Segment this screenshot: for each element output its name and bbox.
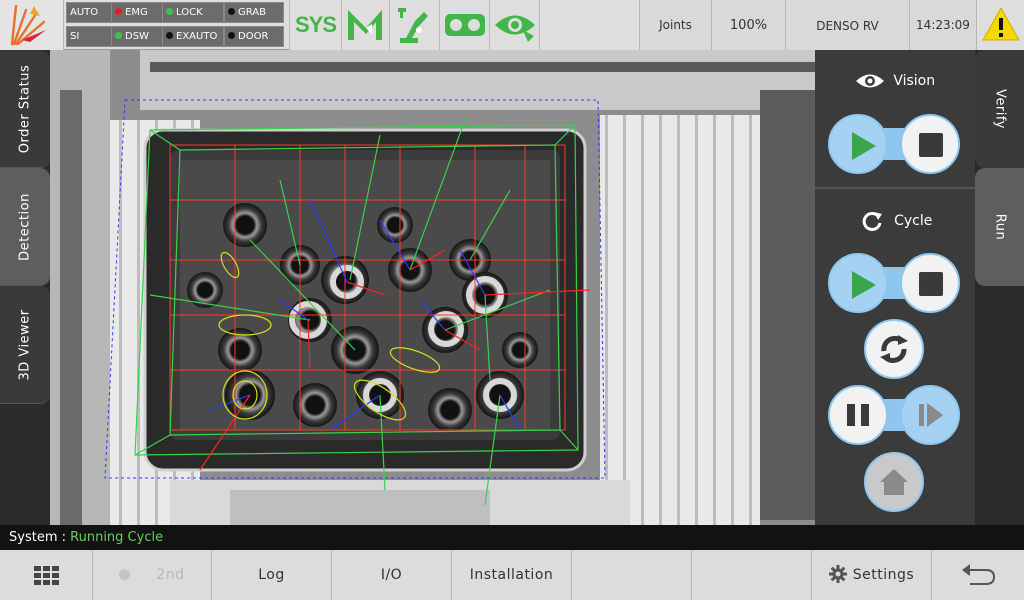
gear-icon: [828, 565, 847, 583]
cycle-section-title: Cycle: [815, 210, 975, 232]
status-flag-exauto: EXAUTO: [162, 26, 224, 47]
step-forward-button[interactable]: [900, 385, 960, 445]
back-button[interactable]: [932, 550, 1024, 600]
cycle-stop-button[interactable]: [900, 253, 960, 313]
eye-icon: [855, 74, 884, 88]
left-tab-spacer: [0, 404, 50, 525]
warning-icon: [982, 6, 1020, 41]
exauto-indicator-icon: [166, 31, 173, 39]
reset-icon: [880, 335, 908, 364]
stop-icon: [919, 133, 943, 157]
tab-detection-label: Detection: [17, 192, 33, 261]
play-icon: [852, 271, 876, 299]
robot-status-flags: AUTO SI EMG DSW LOCK EXAUTO GRAB DOOR: [66, 2, 286, 48]
tab-run[interactable]: Run: [975, 168, 1024, 286]
sys-label: SYS: [294, 12, 337, 37]
refresh-icon: [862, 211, 882, 231]
status-value: Running Cycle: [70, 530, 164, 545]
lock-indicator-icon: [166, 7, 173, 15]
link-icon: [445, 14, 485, 36]
vision-toggle: [828, 114, 960, 174]
vision-start-button[interactable]: [828, 114, 888, 174]
right-tab-spacer: [975, 286, 1024, 525]
play-icon: [852, 132, 876, 160]
settings-label: Settings: [852, 567, 915, 583]
control-panel: Vision Cycle: [815, 50, 975, 525]
door-indicator-icon: [228, 31, 235, 39]
grab-indicator-icon: [228, 7, 235, 15]
status-flag-grab: GRAB: [224, 2, 284, 23]
sys-button[interactable]: SYS: [289, 0, 341, 50]
tab-detection[interactable]: Detection: [0, 168, 50, 286]
pause-step-toggle: [828, 385, 960, 445]
warning-button[interactable]: [976, 0, 1024, 50]
clock: 14:23:09: [909, 0, 976, 50]
company-logo: [0, 0, 64, 50]
eye-icon: [495, 15, 535, 42]
cycle-start-button[interactable]: [828, 253, 888, 313]
second-label: 2nd: [156, 567, 185, 583]
tab-order-status-label: Order Status: [17, 64, 33, 153]
section-divider: [815, 187, 975, 189]
status-flag-dsw: DSW: [111, 26, 164, 47]
bottom-empty-slot-2: [692, 550, 812, 600]
home-icon: [880, 469, 908, 495]
back-arrow-icon: [962, 564, 996, 585]
manual-mode-icon: [348, 10, 382, 40]
robot-arm-icon: [398, 8, 428, 43]
second-indicator-icon: [119, 568, 131, 580]
step-forward-icon: [919, 403, 943, 427]
joints-button[interactable]: Joints: [639, 0, 711, 50]
app-window: AUTO SI EMG DSW LOCK EXAUTO GRAB DOOR SY…: [0, 0, 1024, 600]
log-button[interactable]: Log: [212, 550, 332, 600]
pause-icon: [847, 404, 869, 426]
tab-3d-viewer-label: 3D Viewer: [17, 308, 33, 381]
manual-mode-button[interactable]: [341, 0, 389, 50]
bottom-toolbar: 2nd Log I/O Installation Settings: [0, 550, 1024, 600]
status-flag-emg: EMG: [111, 2, 164, 23]
home-button[interactable]: [864, 452, 924, 512]
dsw-indicator-icon: [115, 31, 122, 39]
speed-button[interactable]: 100%: [711, 0, 785, 50]
status-flag-door: DOOR: [224, 26, 284, 47]
tab-3d-viewer[interactable]: 3D Viewer: [0, 286, 50, 404]
installation-button[interactable]: Installation: [452, 550, 572, 600]
app-menu-button[interactable]: [0, 550, 93, 600]
vision-section-title: Vision: [815, 72, 975, 90]
toolbar-empty-slot: [539, 0, 639, 50]
cycle-toggle: [828, 253, 960, 313]
tab-verify[interactable]: Verify: [975, 50, 1024, 168]
settings-button[interactable]: Settings: [812, 550, 932, 600]
io-button[interactable]: I/O: [332, 550, 452, 600]
status-flag-lock: LOCK: [162, 2, 224, 23]
top-toolbar: AUTO SI EMG DSW LOCK EXAUTO GRAB DOOR SY…: [0, 0, 1024, 50]
camera-image: [50, 50, 815, 525]
cycle-reset-button[interactable]: [864, 319, 924, 379]
second-function-button[interactable]: 2nd: [93, 550, 212, 600]
tab-order-status[interactable]: Order Status: [0, 50, 50, 168]
camera-detection-view[interactable]: [50, 50, 815, 525]
pause-button[interactable]: [828, 385, 888, 445]
vision-stop-button[interactable]: [900, 114, 960, 174]
system-status-line: System : Running Cycle: [0, 525, 1024, 550]
tab-run-label: Run: [992, 213, 1007, 241]
robot-name-button[interactable]: DENSO RV: [785, 0, 909, 50]
bottom-empty-slot-1: [572, 550, 692, 600]
tab-verify-label: Verify: [992, 89, 1007, 129]
stop-icon: [919, 272, 943, 296]
robot-arm-button[interactable]: [389, 0, 439, 50]
grid-menu-icon: [34, 566, 59, 585]
simulation-button[interactable]: [439, 0, 489, 50]
emg-indicator-icon: [115, 7, 122, 15]
status-separator: :: [61, 530, 67, 545]
vision-view-button[interactable]: [489, 0, 539, 50]
status-label: System: [9, 530, 58, 545]
